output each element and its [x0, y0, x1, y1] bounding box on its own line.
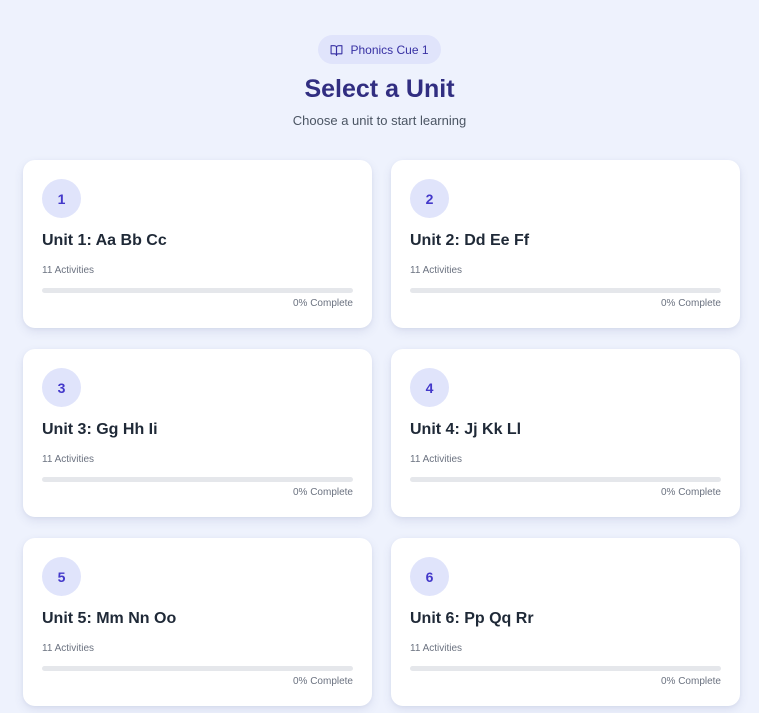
- activity-count: 11 Activities: [42, 643, 95, 654]
- book-open-icon: [330, 44, 343, 56]
- page-subtitle: Choose a unit to start learning: [292, 113, 467, 128]
- unit-select-page: Phonics Cue 1 Select a Unit Choose a uni…: [0, 0, 759, 713]
- completion-label: 0% Complete: [292, 676, 353, 687]
- course-badge-label: Phonics Cue 1: [350, 42, 429, 57]
- activity-count: 11 Activities: [410, 643, 463, 654]
- progress-bar: [410, 666, 721, 671]
- progress-bar: [42, 477, 353, 482]
- completion-label: 0% Complete: [292, 298, 353, 309]
- unit-card-4[interactable]: 4 Unit 4: Jj Kk Ll 11 Activities 0% Comp…: [391, 349, 740, 517]
- unit-title: Unit 6: Pp Qq Rr: [410, 610, 534, 627]
- unit-number-badge: 3: [42, 368, 81, 407]
- activity-count: 11 Activities: [410, 454, 463, 465]
- unit-card-3[interactable]: 3 Unit 3: Gg Hh Ii 11 Activities 0% Comp…: [23, 349, 372, 517]
- unit-title: Unit 4: Jj Kk Ll: [410, 421, 522, 438]
- page-title: Select a Unit: [304, 75, 455, 103]
- progress-bar: [410, 477, 721, 482]
- activity-count: 11 Activities: [42, 265, 95, 276]
- unit-number-badge: 5: [42, 557, 81, 596]
- course-badge: Phonics Cue 1: [318, 35, 441, 64]
- completion-label: 0% Complete: [660, 676, 721, 687]
- activity-count: 11 Activities: [410, 265, 463, 276]
- unit-number-badge: 6: [410, 557, 449, 596]
- page-header: Phonics Cue 1 Select a Unit Choose a uni…: [0, 35, 759, 129]
- unit-number-badge: 4: [410, 368, 449, 407]
- progress-bar: [410, 288, 721, 293]
- completion-label: 0% Complete: [660, 298, 721, 309]
- activity-count: 11 Activities: [42, 454, 95, 465]
- unit-card-2[interactable]: 2 Unit 2: Dd Ee Ff 11 Activities 0% Comp…: [391, 160, 740, 328]
- unit-title: Unit 5: Mm Nn Oo: [42, 610, 177, 627]
- unit-number-badge: 2: [410, 179, 449, 218]
- unit-card-1[interactable]: 1 Unit 1: Aa Bb Cc 11 Activities 0% Comp…: [23, 160, 372, 328]
- progress-bar: [42, 288, 353, 293]
- unit-title: Unit 1: Aa Bb Cc: [42, 232, 167, 249]
- completion-label: 0% Complete: [660, 487, 721, 498]
- completion-label: 0% Complete: [292, 487, 353, 498]
- progress-bar: [42, 666, 353, 671]
- unit-title: Unit 3: Gg Hh Ii: [42, 421, 158, 438]
- unit-card-6[interactable]: 6 Unit 6: Pp Qq Rr 11 Activities 0% Comp…: [391, 538, 740, 706]
- unit-title: Unit 2: Dd Ee Ff: [410, 232, 530, 249]
- unit-number-badge: 1: [42, 179, 81, 218]
- unit-card-5[interactable]: 5 Unit 5: Mm Nn Oo 11 Activities 0% Comp…: [23, 538, 372, 706]
